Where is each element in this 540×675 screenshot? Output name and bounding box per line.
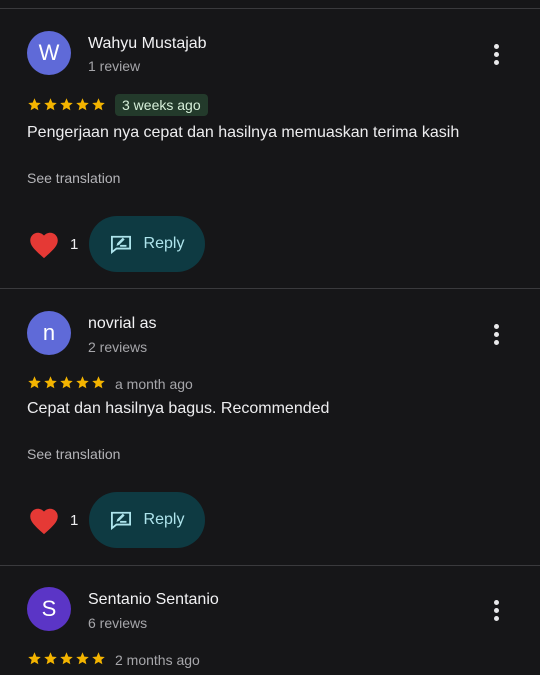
more-vert-icon[interactable] <box>484 597 508 623</box>
avatar[interactable]: S <box>27 587 71 631</box>
star-icon <box>28 652 41 665</box>
star-icon <box>60 652 73 665</box>
star-icon <box>92 652 105 665</box>
star-icon <box>44 652 57 665</box>
review-card: S Sentanio Sentanio 6 reviews 2 months a… <box>0 0 540 675</box>
star-icon <box>76 652 89 665</box>
review-date: 2 months ago <box>115 652 200 668</box>
reviewer-name[interactable]: Sentanio Sentanio <box>88 591 219 609</box>
star-rating <box>27 651 106 667</box>
review-count: 6 reviews <box>88 615 148 631</box>
